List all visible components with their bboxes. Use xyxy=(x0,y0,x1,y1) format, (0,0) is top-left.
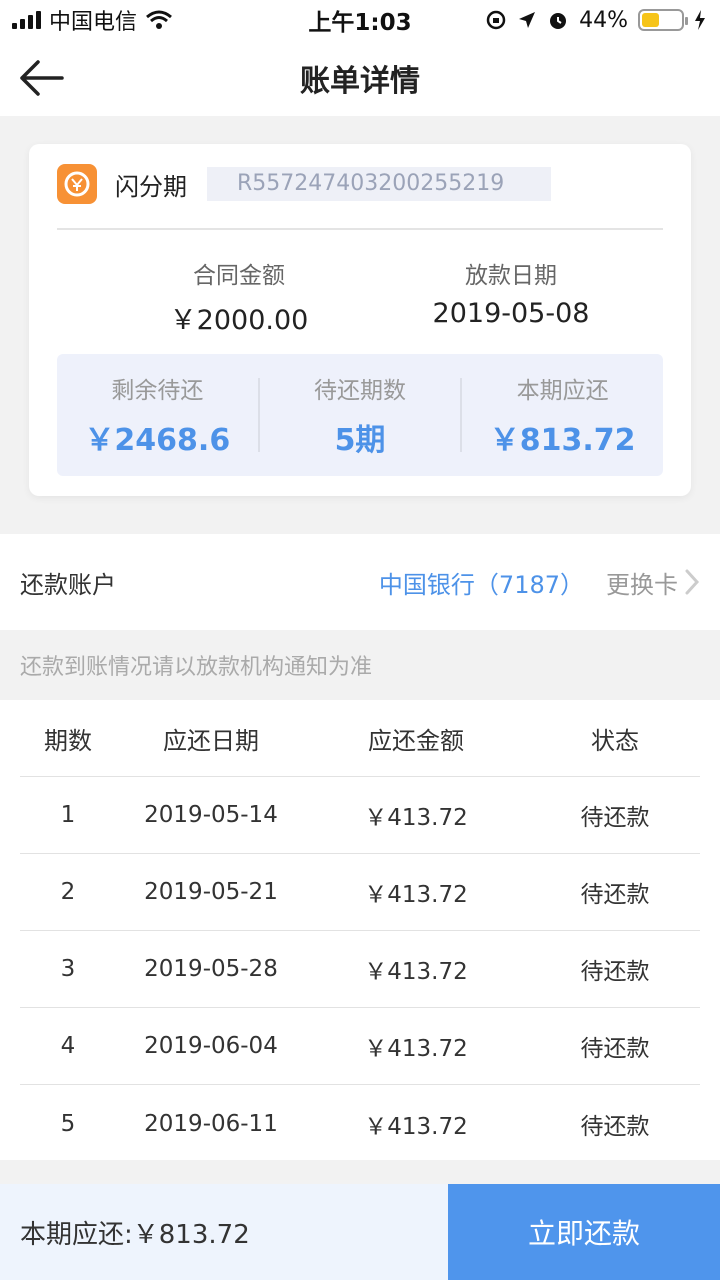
current-due: 本期应还 ￥813.72 xyxy=(489,378,636,458)
page-title: 账单详情 xyxy=(300,64,420,99)
row-amount: ￥413.72 xyxy=(364,805,468,831)
row-date: 2019-06-04 xyxy=(144,1033,278,1059)
disburse-date: 2019-05-08 xyxy=(432,298,590,329)
row-date: 2019-05-21 xyxy=(144,879,278,905)
row-date: 2019-06-11 xyxy=(144,1110,278,1137)
row-amount: ￥413.72 xyxy=(364,959,468,985)
remaining-periods: 待还期数 5期 xyxy=(314,378,406,458)
notice-text: 还款到账情况请以放款机构通知为准 xyxy=(0,630,720,700)
row-date: 2019-05-14 xyxy=(144,802,278,828)
divider xyxy=(57,228,663,230)
table-row: 5 2019-06-11 ￥413.72 待还款 xyxy=(20,1085,700,1162)
pay-now-button[interactable]: 立即还款 xyxy=(448,1184,720,1280)
charging-icon xyxy=(695,10,705,30)
row-status: 待还款 xyxy=(580,1113,650,1140)
row-period: 1 xyxy=(60,802,76,828)
repayment-account-row: 还款账户 中国银行（7187） 更换卡 xyxy=(0,534,720,630)
row-amount: ￥413.72 xyxy=(364,1113,468,1140)
table-row: 1 2019-05-14 ￥413.72 待还款 xyxy=(20,777,700,854)
alarm-icon xyxy=(550,13,567,29)
table-row: 2 2019-05-21 ￥413.72 待还款 xyxy=(20,854,700,931)
row-status: 待还款 xyxy=(580,1036,650,1062)
row-period: 2 xyxy=(60,879,76,905)
contract-number: R557247403200255219 xyxy=(207,167,551,201)
account-label: 还款账户 xyxy=(20,570,116,599)
row-status: 待还款 xyxy=(580,959,650,985)
header-status: 状态 xyxy=(591,726,639,755)
header-date: 应还日期 xyxy=(163,726,259,755)
battery-icon xyxy=(638,9,688,31)
contract-amount: ￥2000.00 xyxy=(169,305,309,336)
status-bar: 中国电信 上午1:03 44% xyxy=(0,0,720,40)
footer-due-amount: 本期应还:￥813.72 xyxy=(20,1219,250,1250)
disburse-date-label: 放款日期 xyxy=(465,263,557,289)
repayment-schedule-table: 期数 应还日期 应还金额 状态 1 2019-05-14 ￥413.72 待还款… xyxy=(0,700,720,1160)
table-row: 3 2019-05-28 ￥413.72 待还款 xyxy=(20,931,700,1008)
card-area: 闪分期 R557247403200255219 合同金额 ￥2000.00 放款… xyxy=(0,116,720,534)
rotation-lock-icon xyxy=(486,10,506,30)
table-header: 期数 应还日期 应还金额 状态 xyxy=(20,700,700,777)
contract-amount-label: 合同金额 xyxy=(193,263,285,289)
row-date: 2019-05-28 xyxy=(144,956,278,982)
row-amount: ￥413.72 xyxy=(364,882,468,908)
product-name: 闪分期 xyxy=(115,172,187,201)
header-period: 期数 xyxy=(44,726,92,755)
product-logo-icon xyxy=(57,164,97,204)
contract-amount-block: 合同金额 ￥2000.00 xyxy=(89,256,389,337)
row-amount: ￥413.72 xyxy=(364,1036,468,1062)
chevron-right-icon xyxy=(685,569,700,595)
row-period: 3 xyxy=(60,956,76,982)
row-status: 待还款 xyxy=(580,882,650,908)
remaining-amount: 剩余待还 ￥2468.6 xyxy=(84,378,231,458)
nav-bar: 账单详情 xyxy=(0,40,720,116)
loan-card: 闪分期 R557247403200255219 合同金额 ￥2000.00 放款… xyxy=(29,144,691,496)
change-card-label: 更换卡 xyxy=(606,570,678,599)
footer-bar: 本期应还:￥813.72 立即还款 xyxy=(0,1184,720,1280)
row-period: 5 xyxy=(60,1110,76,1137)
row-status: 待还款 xyxy=(580,805,650,831)
back-button[interactable] xyxy=(18,58,66,98)
battery-percent: 44% xyxy=(579,7,628,33)
arrow-left-icon xyxy=(20,60,64,96)
change-card-button[interactable]: 中国银行（7187） 更换卡 xyxy=(379,565,700,600)
header-amount: 应还金额 xyxy=(368,726,464,755)
location-icon xyxy=(519,12,536,28)
table-row: 4 2019-06-04 ￥413.72 待还款 xyxy=(20,1008,700,1085)
bank-account: 中国银行（7187） xyxy=(378,570,584,599)
disburse-date-block: 放款日期 2019-05-08 xyxy=(361,256,661,329)
row-period: 4 xyxy=(60,1033,76,1059)
repayment-summary: 剩余待还 ￥2468.6 待还期数 5期 本期应还 ￥813.72 xyxy=(57,354,663,476)
